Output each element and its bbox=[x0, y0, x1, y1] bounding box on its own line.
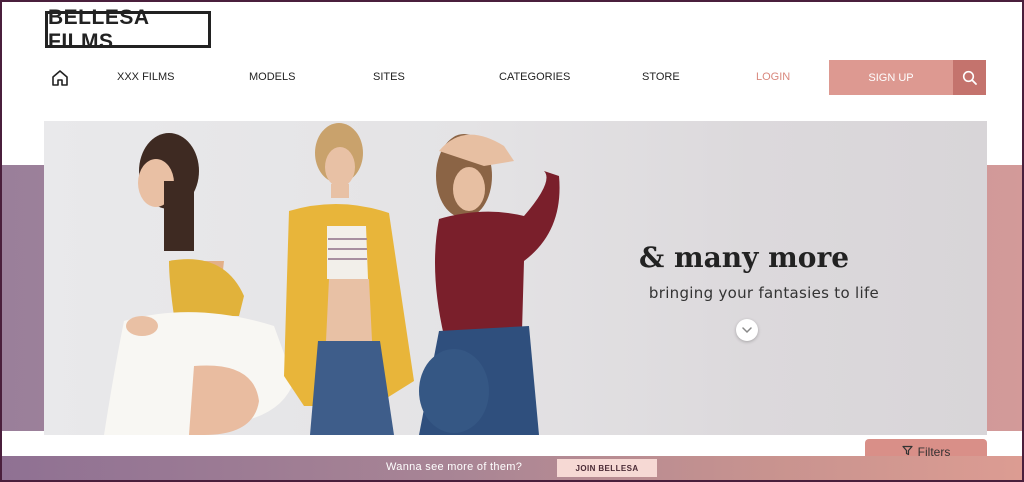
nav-item-models[interactable]: MODELS bbox=[249, 71, 295, 83]
nav-item-xxx-films[interactable]: XXX FILMS bbox=[117, 71, 174, 83]
bellesa-films-logo[interactable]: BELLESA FILMS bbox=[45, 6, 211, 53]
scroll-down-button[interactable] bbox=[736, 319, 758, 341]
sign-up-label: SIGN UP bbox=[868, 71, 914, 84]
search-button[interactable] bbox=[953, 60, 986, 95]
join-bellesa-label: JOIN BELLESA bbox=[575, 463, 639, 473]
promo-bar: Wanna see more of them? JOIN BELLESA bbox=[2, 456, 1022, 480]
nav-item-sites[interactable]: SITES bbox=[373, 71, 405, 83]
main-nav: XXX FILMS MODELS SITES CATEGORIES STORE … bbox=[0, 60, 1024, 96]
filter-icon bbox=[902, 445, 913, 456]
join-bellesa-button[interactable]: JOIN BELLESA bbox=[557, 459, 657, 477]
sign-up-button[interactable]: SIGN UP bbox=[829, 60, 953, 95]
hero-banner: & many more bringing your fantasies to l… bbox=[44, 121, 987, 435]
hero-models-image bbox=[104, 123, 560, 435]
nav-item-store[interactable]: STORE bbox=[642, 71, 680, 83]
logo-text: BELLESA FILMS bbox=[48, 5, 149, 53]
promo-text: Wanna see more of them? bbox=[386, 461, 523, 473]
home-icon[interactable] bbox=[51, 69, 69, 87]
hero-subtitle: bringing your fantasies to life bbox=[648, 284, 880, 302]
login-link[interactable]: LOGIN bbox=[756, 71, 790, 83]
hero-title: & many more bbox=[638, 241, 850, 274]
search-icon bbox=[962, 70, 977, 85]
chevron-down-icon bbox=[742, 326, 752, 333]
nav-item-categories[interactable]: CATEGORIES bbox=[499, 71, 570, 83]
